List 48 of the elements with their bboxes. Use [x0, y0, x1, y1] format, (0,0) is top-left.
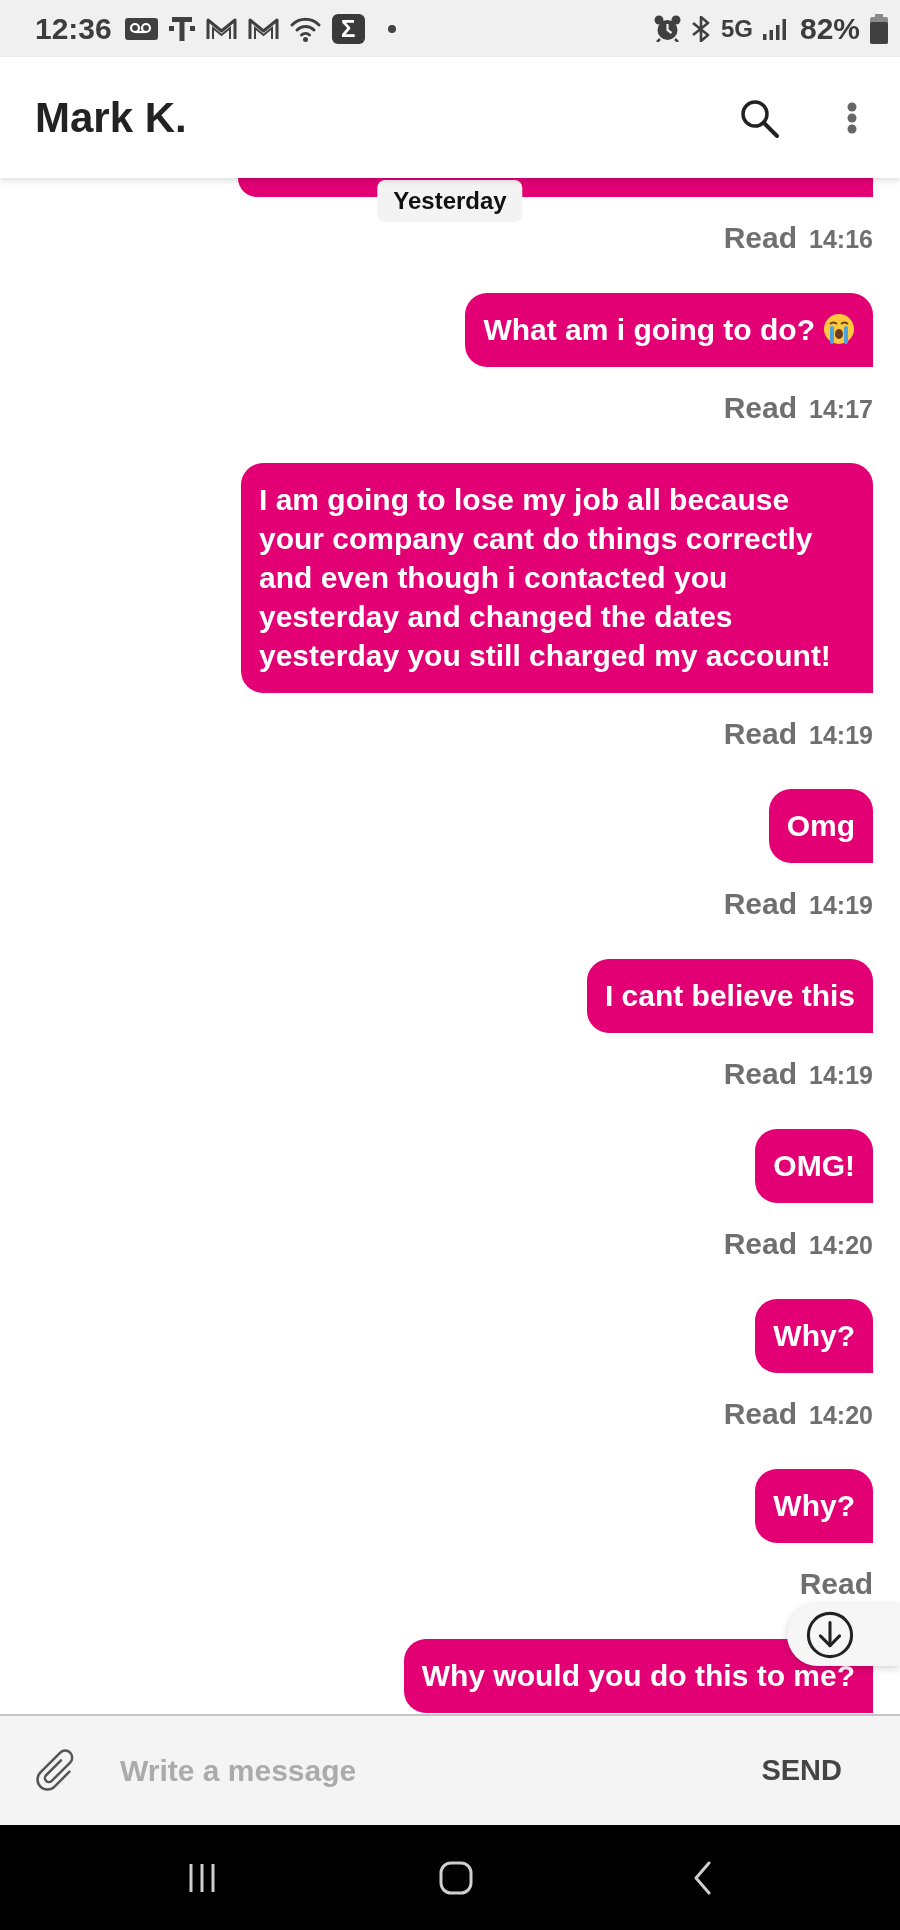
voicemail-icon — [124, 17, 158, 40]
mail-icon — [247, 16, 279, 41]
message-input[interactable]: Write a message — [120, 1745, 742, 1796]
message-text: Why? — [773, 1319, 855, 1352]
message-time: 14:19 — [809, 720, 873, 750]
network-type-label: 5G — [720, 16, 753, 41]
carrier-logo-icon — [168, 15, 195, 42]
message-text: What am i going to do? — [483, 313, 815, 346]
message-text: Omg — [786, 809, 855, 842]
read-receipt: Read — [723, 1229, 798, 1259]
message-text: Why would you do this to me? — [421, 1659, 855, 1692]
app-notification-icon: Σ — [331, 13, 365, 44]
home-icon[interactable] — [439, 1860, 473, 1895]
notification-dot-icon — [387, 24, 396, 33]
message-time: 14:20 — [809, 1230, 873, 1260]
battery-percentage: 82% — [799, 13, 860, 44]
read-receipt: Read — [723, 1399, 798, 1429]
search-icon[interactable] — [739, 97, 779, 138]
back-icon[interactable] — [693, 1860, 712, 1895]
send-button[interactable]: SEND — [761, 1756, 842, 1785]
message-text: I cant believe this — [604, 979, 855, 1012]
read-receipt: Read — [723, 223, 798, 253]
message-time: 14:16 — [809, 224, 873, 254]
bluetooth-icon — [690, 15, 711, 42]
scroll-down-button[interactable] — [787, 1604, 900, 1666]
date-label: Yesterday — [377, 180, 523, 222]
signal-bars-icon — [762, 17, 786, 40]
wifi-icon — [289, 15, 321, 42]
mail-icon — [205, 16, 237, 41]
read-receipt: Read — [723, 1059, 798, 1089]
more-menu-icon[interactable] — [846, 101, 858, 134]
message-text: Why? — [773, 1489, 855, 1522]
message-time: 14:20 — [809, 1400, 873, 1430]
contact-name: Mark K. — [35, 96, 187, 139]
message-composer[interactable]: Write a message SEND — [0, 1714, 900, 1825]
message-time: 14:19 — [809, 890, 873, 920]
alarm-clock-icon — [653, 15, 681, 42]
read-receipt: Read — [723, 889, 798, 919]
message-time: 14:17 — [809, 394, 873, 424]
read-receipt: Read — [723, 719, 798, 749]
clock-time: 12:36 — [35, 13, 112, 44]
arrow-down-circle-icon — [806, 1611, 854, 1659]
battery-icon — [870, 13, 888, 44]
message-text: OMG! — [773, 1149, 855, 1182]
message-text: I am going to lose my job all because your company cant do things correctly and even though i contacted you yesterday and changed the dates yesterday you still charged my account! — [259, 483, 831, 672]
read-receipt: Read — [723, 393, 798, 423]
read-receipt: Read — [799, 1569, 873, 1599]
message-time: 14:19 — [809, 1060, 873, 1090]
